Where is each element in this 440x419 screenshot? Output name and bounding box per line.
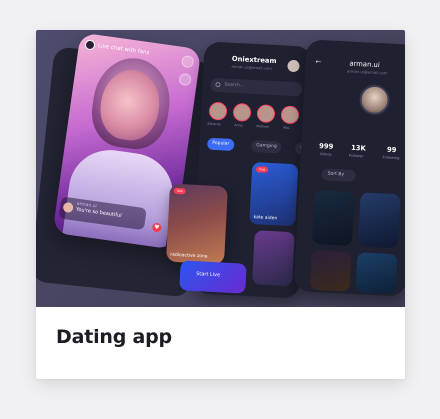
- story-label: Mathew: [256, 124, 269, 129]
- profile-avatar: [358, 84, 391, 116]
- story-avatar: [208, 101, 228, 121]
- live-badge: live: [255, 166, 269, 173]
- comment-input: Comment...: [50, 283, 144, 298]
- avatar: [84, 39, 96, 51]
- stream-tile-radioactive: live radioactive zone: [165, 183, 229, 265]
- more-icon: [178, 72, 192, 87]
- stream-tile: live kate aiden: [249, 162, 299, 227]
- sort-dropdown: Sort By: [321, 168, 356, 182]
- story-avatar: [232, 102, 252, 122]
- preview-image: Comment... Live chat with fans arman.ui …: [36, 30, 405, 307]
- shirt-shape: [61, 144, 178, 250]
- search-placeholder: Search...: [224, 82, 245, 89]
- video-tile: [311, 189, 355, 246]
- story-avatar: [256, 104, 276, 124]
- live-badge: live: [173, 187, 187, 195]
- profile-phone: ← arman.ui arman.ui@email.com 999 Videos…: [293, 39, 405, 297]
- video-tile: [309, 249, 352, 292]
- start-live-card: Start Live: [179, 260, 247, 294]
- project-card[interactable]: Comment... Live chat with fans arman.ui …: [36, 30, 405, 379]
- avatar: [287, 59, 300, 73]
- video-tile: [355, 252, 398, 295]
- tile-label: radioactive zone: [170, 252, 208, 260]
- story-label: Eduardo: [207, 121, 221, 127]
- back-arrow-icon: ←: [315, 57, 322, 67]
- stat-value: 999: [318, 142, 334, 151]
- story-avatar: [280, 105, 300, 125]
- live-label: Live chat with fans: [97, 43, 150, 57]
- story-label: Anna: [234, 123, 243, 128]
- avatar: [62, 201, 74, 214]
- search-input: Search...: [210, 77, 303, 97]
- stat-value: 13K: [350, 143, 366, 153]
- search-icon: [215, 81, 221, 88]
- live-chip: Live chat with fans: [84, 39, 150, 58]
- chip-popular: Popular: [207, 137, 235, 152]
- card-title: Dating app: [56, 326, 172, 348]
- profile-name: arman.ui: [349, 59, 380, 70]
- stat-label: Videos: [319, 152, 332, 157]
- story-label: Mac: [283, 125, 290, 130]
- share-icon: [180, 54, 195, 69]
- chip-gaming: Gamging: [250, 139, 282, 154]
- tile-label: kate aiden: [253, 215, 278, 222]
- stream-tile: [252, 230, 295, 287]
- stat-label: Following: [382, 155, 400, 161]
- start-live-label: Start Live: [195, 271, 221, 279]
- stat-label: Follower: [348, 153, 364, 159]
- profile-subtitle: arman.ui@email.com: [346, 68, 388, 76]
- app-subtitle: arman.ui@email.com: [231, 63, 272, 71]
- stat-value: 99: [386, 145, 397, 155]
- video-tile: [357, 192, 401, 249]
